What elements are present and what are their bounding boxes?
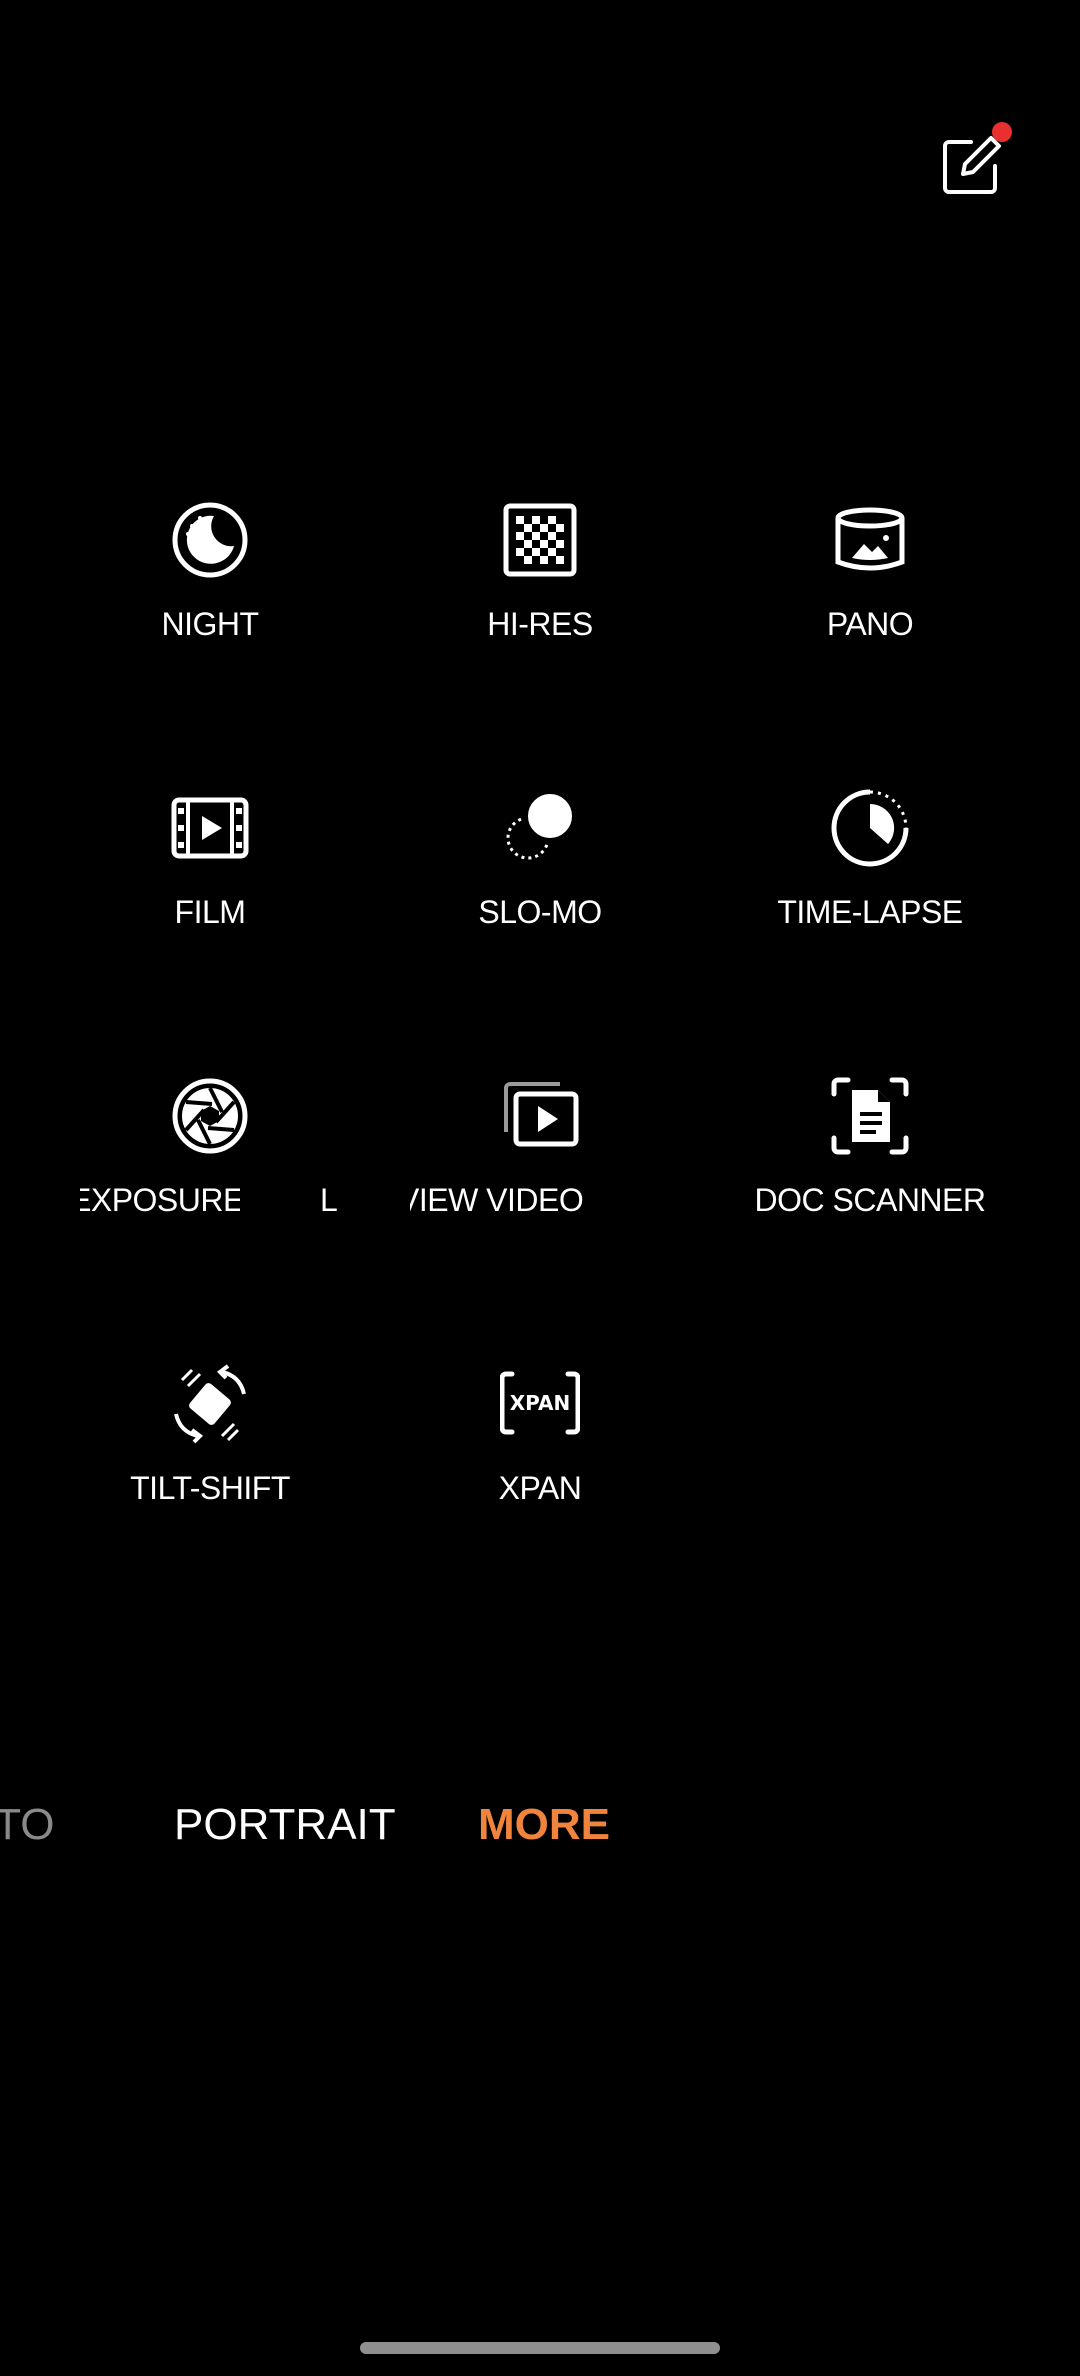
mode-tab-more[interactable]: MORE (478, 1800, 610, 1850)
aperture-icon (170, 1076, 250, 1156)
view-video-icon (500, 1076, 580, 1156)
mode-label: SLO-MO (478, 894, 602, 930)
mode-night[interactable]: NIGHT (45, 500, 375, 700)
edit-pencil-icon (943, 136, 1001, 194)
mode-label: TIME-LAPSE (777, 894, 963, 930)
mode-film[interactable]: FILM (45, 788, 375, 988)
slow-motion-icon (500, 788, 580, 868)
mode-xpan[interactable]: XPAN XPAN (375, 1364, 705, 1564)
mode-pano[interactable]: PANO (705, 500, 1035, 700)
mode-label-exposure: EXPOSURE (80, 1182, 240, 1218)
hi-res-checker-icon (500, 500, 580, 580)
document-scanner-icon (830, 1076, 910, 1156)
svg-text:XPAN: XPAN (510, 1391, 570, 1415)
mode-tilt-shift[interactable]: TILT-SHIFT (45, 1364, 375, 1564)
mode-label: PANO (826, 606, 914, 642)
xpan-icon: XPAN (500, 1364, 580, 1444)
time-lapse-icon (830, 788, 910, 868)
night-moon-icon (170, 500, 250, 580)
mode-label: HI-RES (487, 606, 593, 642)
tilt-shift-icon (170, 1364, 250, 1444)
mode-label-partial: L (320, 1182, 338, 1218)
mode-doc-scanner[interactable]: DOC SCANNER (705, 1076, 1035, 1276)
mode-slo-mo[interactable]: SLO-MO (375, 788, 705, 988)
mode-tab-portrait[interactable]: PORTRAIT (174, 1800, 396, 1850)
mode-tab-photo[interactable]: OTO (0, 1800, 55, 1850)
mode-label: FILM (174, 894, 246, 930)
film-icon (170, 788, 250, 868)
mode-label: NIGHT (161, 606, 259, 642)
mode-hi-res[interactable]: HI-RES (375, 500, 705, 700)
mode-label-view-video: VIEW VIDEO (410, 1182, 584, 1218)
home-indicator[interactable] (360, 2342, 720, 2354)
edit-modes-button[interactable] (935, 130, 1007, 202)
mode-label: DOC SCANNER (754, 1182, 986, 1218)
mode-label: XPAN (498, 1470, 582, 1506)
mode-exposure[interactable] (45, 1076, 375, 1276)
mode-label: TILT-SHIFT (130, 1470, 290, 1506)
camera-mode-switcher: OTO PORTRAIT MORE (0, 1800, 1080, 1860)
mode-view-video[interactable] (375, 1076, 705, 1276)
panorama-icon (830, 500, 910, 580)
notification-badge (992, 122, 1012, 142)
mode-time-lapse[interactable]: TIME-LAPSE (705, 788, 1035, 988)
